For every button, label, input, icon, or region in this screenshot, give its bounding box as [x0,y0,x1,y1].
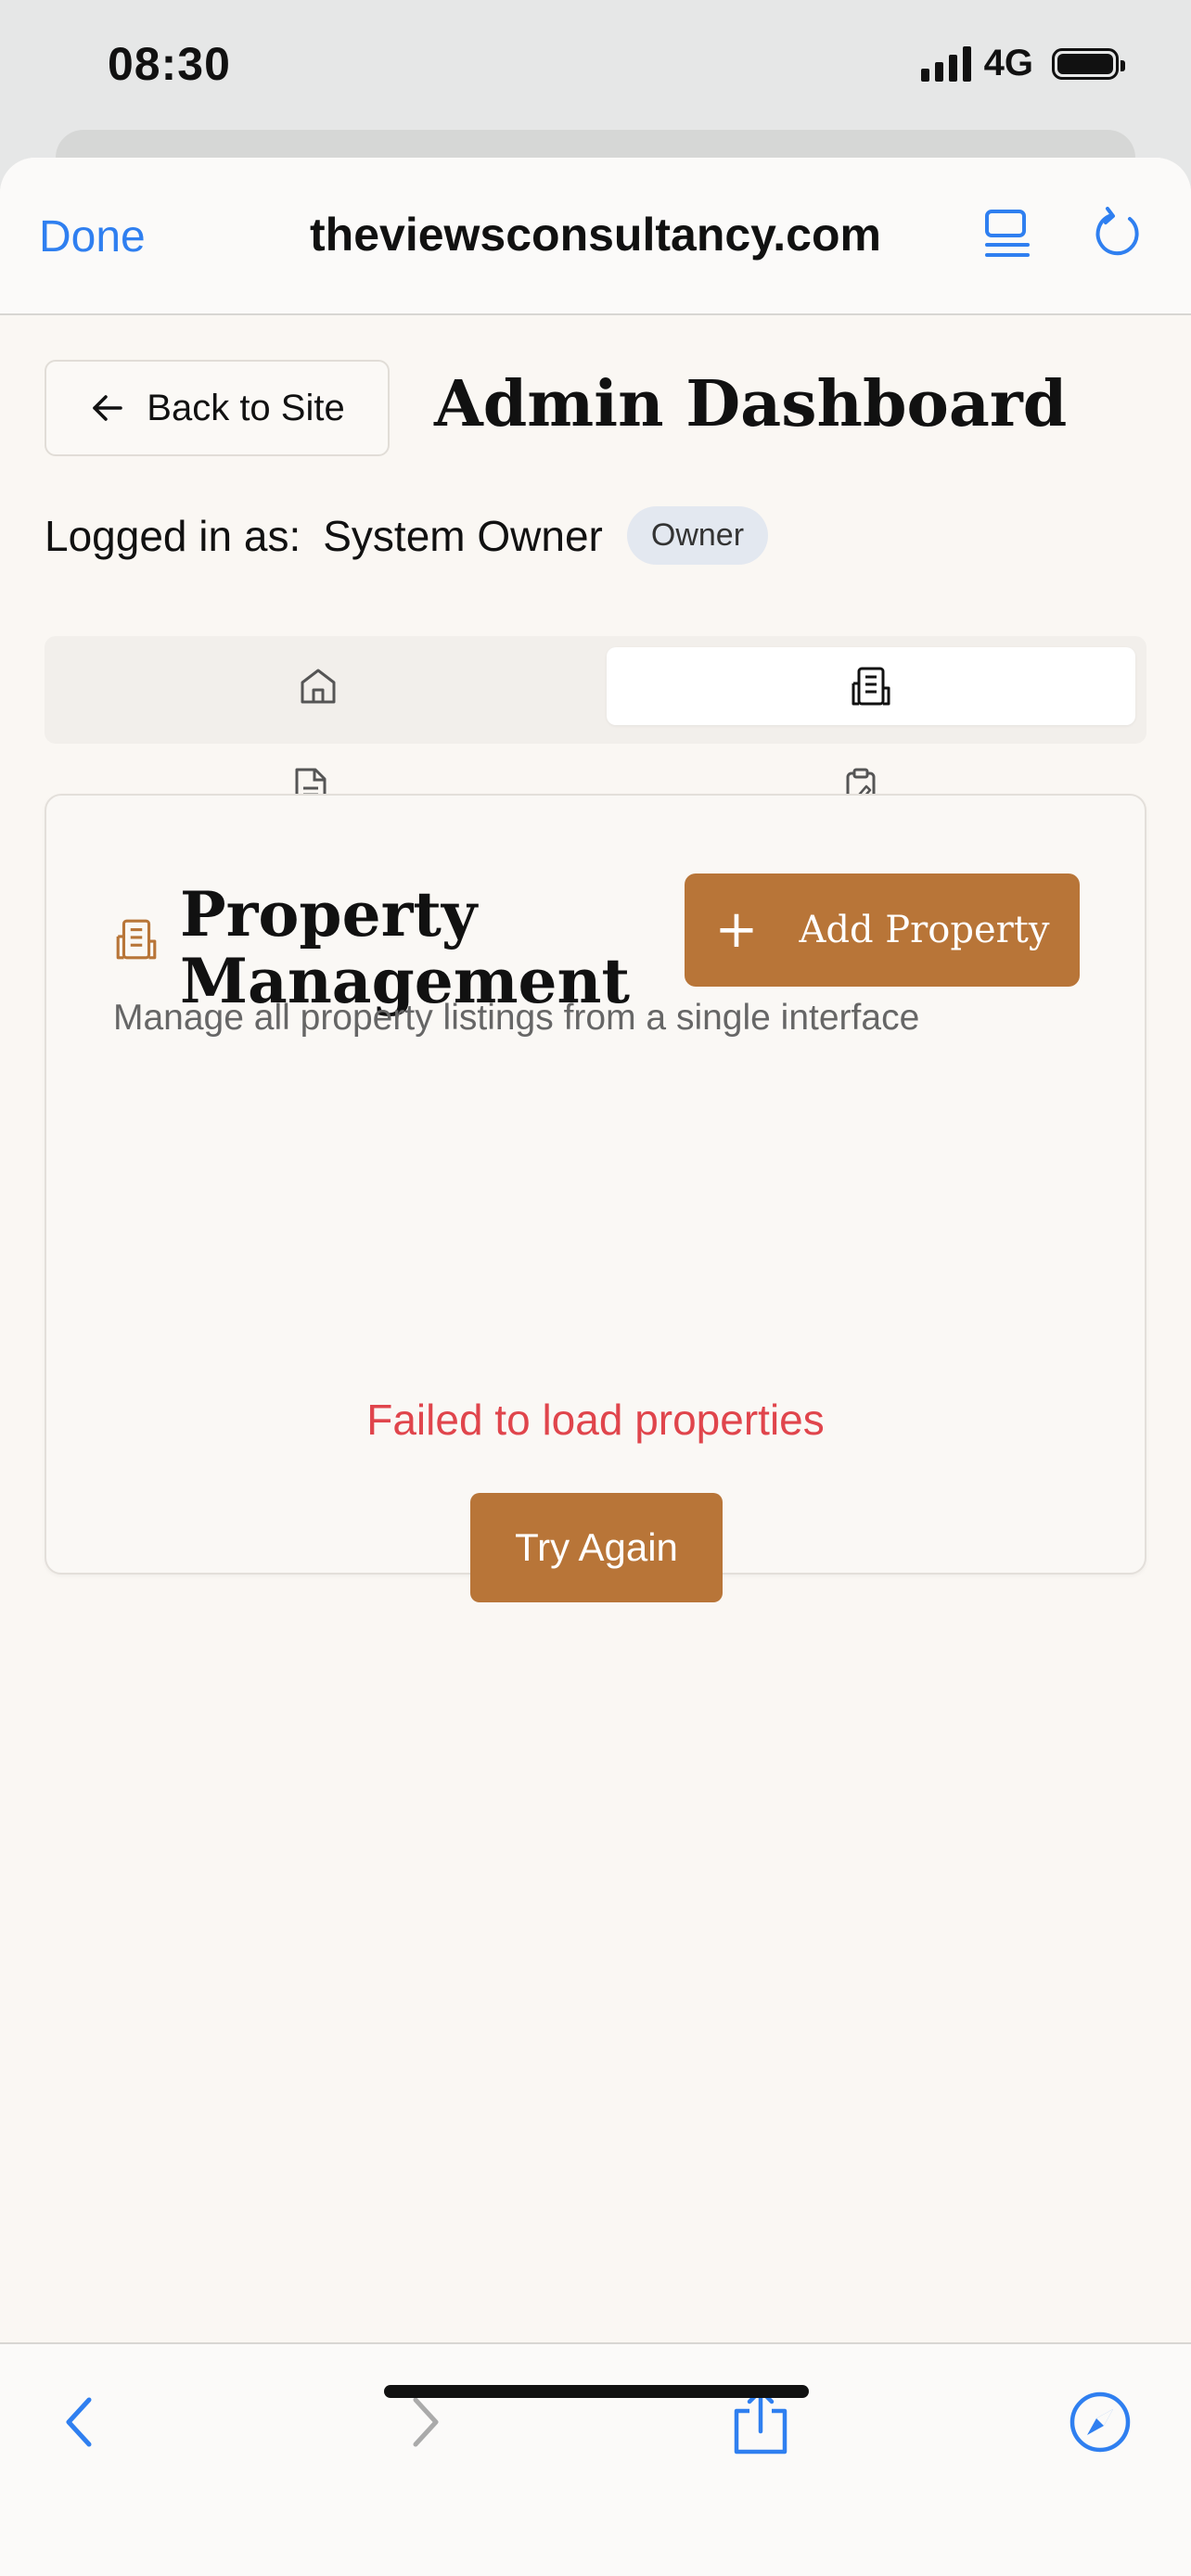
card-title: Property Management [180,878,631,1017]
back-to-site-label: Back to Site [147,387,345,428]
browser-bottom-bar [0,2342,1191,2576]
card-subtitle: Manage all property listings from a sing… [113,998,920,1038]
status-indicators: 4G [920,43,1125,84]
reload-icon[interactable] [1089,206,1145,261]
back-to-site-button[interactable]: Back to Site [45,360,390,456]
page-title: Admin Dashboard [434,367,1068,441]
battery-icon [1052,47,1125,80]
compass-icon[interactable] [1063,2385,1137,2459]
plus-icon: + [714,899,759,960]
home-indicator[interactable] [384,2385,809,2398]
browser-sheet: Done theviewsconsultancy.com Back to Sit… [0,158,1191,2576]
user-name: System Owner [323,511,603,560]
tab-home[interactable] [54,647,583,725]
status-bar: 08:30 4G [0,0,1191,139]
status-time: 08:30 [108,38,231,90]
page-menu-icon[interactable] [980,206,1035,261]
property-management-card: Property Management + Add Property Manag… [45,794,1146,1602]
add-property-label: Add Property [799,909,1050,951]
network-type: 4G [983,43,1033,83]
arrow-left-icon [93,395,123,421]
error-message: Failed to load properties [366,1396,825,1444]
browser-toolbar: Done theviewsconsultancy.com [0,158,1191,315]
add-property-button[interactable]: + Add Property [685,874,1080,987]
building-icon [116,919,157,960]
building-icon [852,667,890,706]
tab-properties[interactable] [607,647,1135,725]
dashboard-tabs [45,636,1146,744]
signal-icon [920,45,971,82]
home-icon [301,669,336,704]
logged-in-label: Logged in as: [45,511,301,560]
try-again-button[interactable]: Try Again [470,1493,723,1602]
role-badge: Owner [626,506,769,565]
logged-in-row: Logged in as: System Owner Owner [45,506,769,565]
back-chevron-icon[interactable] [43,2385,117,2459]
